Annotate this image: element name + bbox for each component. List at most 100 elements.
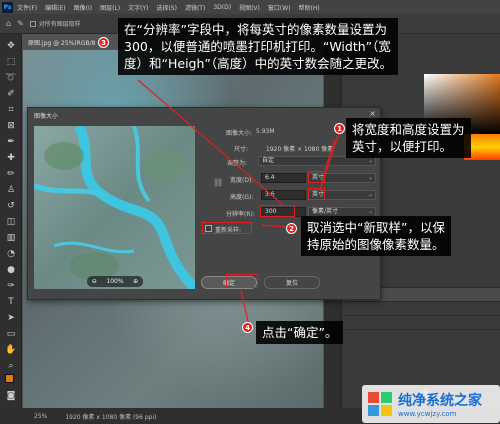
quick-mask-icon[interactable]: ◙ [5, 390, 17, 402]
fit-to-value: 自定 [262, 157, 275, 164]
callout-ok-text: 点击“确定”。 [262, 325, 338, 340]
callout-inches-line1: 将宽度和高度设置为 [352, 122, 465, 137]
resolution-unit-value: 像素/英寸 [312, 208, 339, 215]
document-tab-label: 原图.jpg @ 25%(RGB/8 [28, 39, 96, 47]
healing-brush-tool-icon[interactable]: ✚ [5, 152, 17, 164]
callout-resolution-line3: 度）和“Heigh”（高度）中的英寸数会随之更改。 [124, 56, 393, 71]
watermark: 纯净系统之家 www.ycwjzy.com [362, 385, 500, 423]
path-select-tool-icon[interactable]: ➤ [5, 312, 17, 324]
callout-ok: 点击“确定”。 [256, 321, 344, 344]
clone-stamp-tool-icon[interactable]: ♙ [5, 184, 17, 196]
callout-resample-line1: 取消选中“新取样”，以保 [307, 220, 445, 235]
menu-layer[interactable]: 图层(L) [100, 3, 120, 12]
zoom-tool-icon[interactable]: ⌕ [5, 360, 17, 372]
eraser-tool-icon[interactable]: ◫ [5, 216, 17, 228]
watermark-url: www.ycwjzy.com [398, 410, 457, 418]
dimensions-label: 尺寸: [234, 146, 249, 153]
lasso-tool-icon[interactable]: ➰ [5, 72, 17, 84]
resample-highlight [202, 222, 252, 234]
menu-filter[interactable]: 滤镜(T) [185, 3, 205, 12]
close-icon[interactable]: × [369, 109, 376, 118]
ok-button-highlight [226, 274, 258, 288]
callout-resolution-line2: 300，以便普通的喷墨打印机打印。“Width”（宽 [124, 39, 391, 54]
width-input[interactable]: 6.4 [261, 173, 306, 183]
step-4-badge: 4 [242, 322, 253, 333]
chevron-down-icon: ⌄ [367, 208, 373, 215]
dialog-title: 图像大小 [34, 112, 59, 120]
menu-file[interactable]: 文件(F) [17, 3, 37, 12]
chevron-down-icon: ⌄ [367, 174, 373, 181]
preview-zoom-control: ⊖ 100% ⊕ [87, 276, 143, 287]
menu-view[interactable]: 视图(V) [239, 3, 260, 12]
quick-select-tool-icon[interactable]: ✐ [5, 88, 17, 100]
move-tool-icon[interactable]: ✥ [5, 40, 17, 52]
step-3-badge: 3 [98, 37, 109, 48]
callout-inches-line2: 英寸，以便打印。 [352, 139, 453, 154]
watermark-logo-icon [368, 392, 392, 416]
reset-button[interactable]: 复位 [264, 276, 320, 289]
menu-select[interactable]: 选择(S) [156, 3, 177, 12]
image-size-dialog: 图像大小 × ⊖ 100% ⊕ 图像大小: 5.93M 尺寸: 1920 像素 … [27, 107, 381, 300]
layer-row[interactable] [346, 316, 500, 330]
width-label: 宽度(D): [230, 177, 254, 184]
crop-tool-icon[interactable]: ⌗ [5, 104, 17, 116]
gradient-tool-icon[interactable]: ▥ [5, 232, 17, 244]
dodge-tool-icon[interactable]: ● [5, 264, 17, 276]
hand-tool-icon[interactable]: ✋ [5, 344, 17, 356]
eyedropper-icon[interactable]: ✎ [17, 19, 24, 28]
step-2-badge: 2 [286, 223, 297, 234]
tools-panel: ✥ ⬚ ➰ ✐ ⌗ ⊠ ✒ ✚ ✏ ♙ ↺ ◫ ▥ ◔ ● ✑ T ➤ ▭ ✋ … [0, 34, 22, 408]
image-size-label: 图像大小: [226, 130, 253, 137]
height-label: 高度(G): [230, 194, 254, 201]
chevron-down-icon: ⌄ [367, 157, 373, 164]
sample-all-layers-checkbox[interactable] [29, 20, 36, 27]
shape-tool-icon[interactable]: ▭ [5, 328, 17, 340]
brush-tool-icon[interactable]: ✏ [5, 168, 17, 180]
menu-type[interactable]: 文字(Y) [128, 3, 148, 12]
preview-image [34, 126, 195, 289]
resolution-highlight [260, 205, 295, 217]
dialog-header: 图像大小 [28, 108, 380, 122]
layer-row[interactable] [346, 302, 500, 316]
menu-bar: Ps 文件(F) 编辑(E) 图像(I) 图层(L) 文字(Y) 选择(S) 滤… [0, 0, 500, 14]
home-icon[interactable]: ⌂ [6, 19, 11, 28]
callout-resample: 取消选中“新取样”，以保 持原始的图像像素数量。 [301, 216, 451, 256]
status-zoom: 25% [34, 412, 48, 420]
frame-tool-icon[interactable]: ⊠ [5, 120, 17, 132]
width-unit-highlight [308, 171, 325, 183]
photoshop-logo: Ps [2, 1, 13, 13]
preview-zoom-value: 100% [106, 278, 124, 285]
step-1-badge: 1 [334, 123, 345, 134]
zoom-out-icon[interactable]: ⊖ [92, 278, 97, 285]
height-unit-highlight [308, 188, 325, 200]
callout-resolution-line1: 在“分辨率”字段中，将每英寸的像素数量设置为 [124, 22, 387, 37]
callout-resolution: 在“分辨率”字段中，将每英寸的像素数量设置为 300，以便普通的喷墨打印机打印。… [118, 18, 399, 75]
link-icon[interactable]: ⛓ [213, 178, 223, 187]
image-size-value: 5.93M [256, 128, 275, 135]
foreground-color-swatch[interactable] [5, 374, 14, 383]
history-brush-tool-icon[interactable]: ↺ [5, 200, 17, 212]
menu-window[interactable]: 窗口(W) [268, 3, 291, 12]
callout-resample-line2: 持原始的图像像素数量。 [307, 237, 445, 252]
menu-edit[interactable]: 编辑(E) [45, 3, 65, 12]
menu-3d[interactable]: 3D(D) [213, 4, 231, 11]
eyedropper-tool-icon[interactable]: ✒ [5, 136, 17, 148]
watermark-title: 纯净系统之家 [398, 393, 482, 409]
document-tab[interactable]: 原图.jpg @ 25%(RGB/8 × [24, 35, 108, 49]
watermark-text: 纯净系统之家 www.ycwjzy.com [398, 390, 482, 418]
fit-to-label: 调整为: [227, 160, 248, 167]
pen-tool-icon[interactable]: ✑ [5, 280, 17, 292]
menu-help[interactable]: 帮助(H) [299, 3, 320, 12]
type-tool-icon[interactable]: T [5, 296, 17, 308]
image-preview[interactable]: ⊖ 100% ⊕ [34, 126, 195, 289]
status-doc-info: 1920 像素 x 1080 像素 (96 ppi) [65, 413, 157, 421]
menu-image[interactable]: 图像(I) [74, 3, 92, 12]
dimensions-value: 1920 像素 × 1080 像素 [266, 146, 334, 153]
height-input[interactable]: 3.6 [261, 190, 306, 200]
zoom-in-icon[interactable]: ⊕ [133, 278, 138, 285]
callout-inches: 将宽度和高度设置为 英寸，以便打印。 [346, 118, 471, 158]
marquee-tool-icon[interactable]: ⬚ [5, 56, 17, 68]
sample-all-layers-label: 对所有图层取样 [38, 21, 81, 28]
blur-tool-icon[interactable]: ◔ [5, 248, 17, 260]
chevron-down-icon: ⌄ [367, 191, 373, 198]
